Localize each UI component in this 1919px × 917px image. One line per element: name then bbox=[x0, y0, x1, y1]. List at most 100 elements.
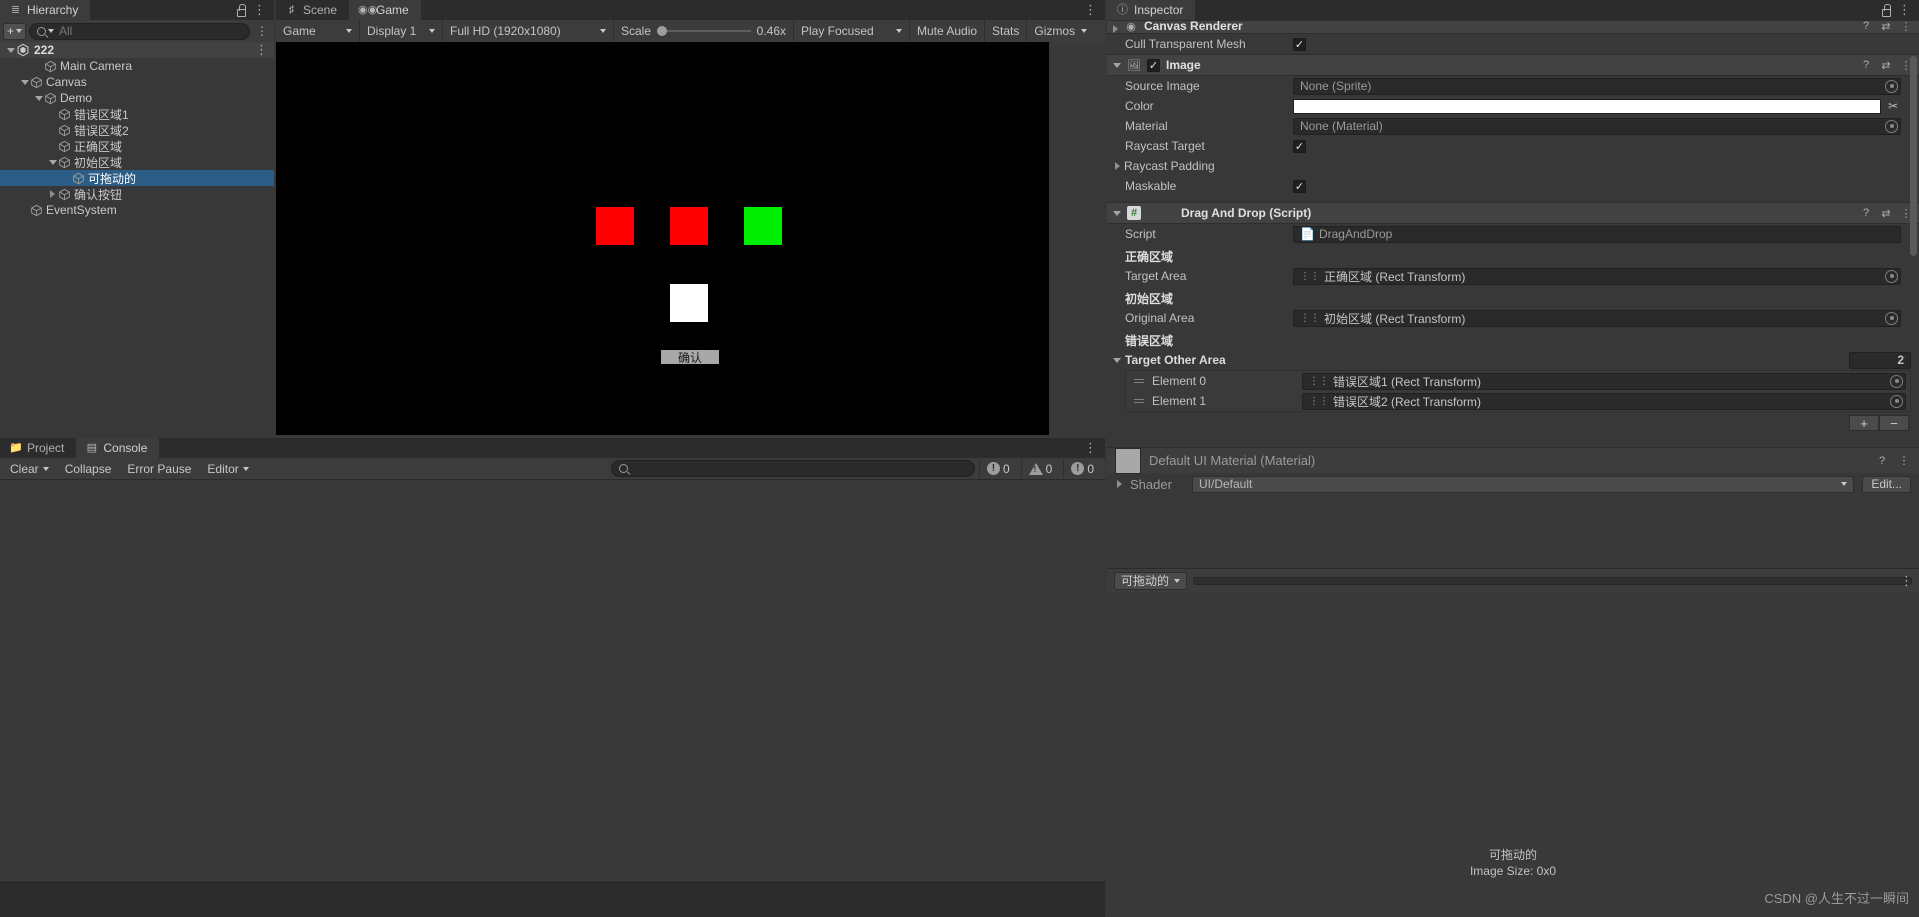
chevron-down-icon[interactable] bbox=[5, 47, 16, 53]
hierarchy-item-9[interactable]: 确认按钮 bbox=[0, 186, 274, 202]
tab-project[interactable]: 📁 Project bbox=[0, 438, 77, 458]
console-error-count[interactable]: ! 0 bbox=[978, 459, 1017, 478]
chevron-down-icon[interactable] bbox=[1113, 210, 1121, 216]
canvas-renderer-header[interactable]: ◉ Canvas Renderer ? ⇄ ⋮ bbox=[1107, 20, 1919, 34]
array-remove-button[interactable]: − bbox=[1879, 415, 1909, 431]
console-log-list[interactable] bbox=[0, 480, 1105, 895]
object-picker-icon[interactable] bbox=[1885, 79, 1898, 93]
material-field[interactable]: None (Material) bbox=[1293, 117, 1901, 135]
shader-dropdown[interactable]: UI/Default bbox=[1192, 475, 1855, 493]
component-menu-icon[interactable]: ⋮ bbox=[1897, 454, 1911, 468]
chevron-down-icon[interactable] bbox=[1113, 357, 1121, 363]
object-picker-icon[interactable] bbox=[1890, 394, 1903, 408]
image-component-header[interactable]: 🖼 ✓ Image ? ⇄ ⋮ bbox=[1107, 54, 1919, 76]
preset-icon[interactable]: ⇄ bbox=[1879, 58, 1893, 72]
component-menu-icon[interactable]: ⋮ bbox=[1899, 21, 1913, 33]
game-shape-0[interactable] bbox=[596, 207, 634, 245]
gizmos-toggle[interactable]: Gizmos bbox=[1027, 20, 1094, 42]
hierarchy-search-input[interactable]: All bbox=[29, 22, 250, 40]
inspector-scroll-area[interactable]: ◉ Canvas Renderer ? ⇄ ⋮ Cull Transparent… bbox=[1107, 20, 1919, 568]
raycast-target-checkbox[interactable]: ✓ bbox=[1293, 139, 1306, 153]
eyedropper-icon[interactable]: ✂ bbox=[1885, 99, 1901, 113]
hierarchy-item-4[interactable]: 错误区域1 bbox=[0, 106, 274, 122]
inspector-menu-icon[interactable]: ⋮ bbox=[1898, 3, 1911, 16]
scale-slider-handle[interactable] bbox=[657, 26, 668, 36]
source-image-field[interactable]: None (Sprite) bbox=[1293, 77, 1901, 95]
console-collapse-toggle[interactable]: Collapse bbox=[59, 460, 118, 478]
display-dropdown[interactable]: Display 1 bbox=[360, 20, 443, 42]
console-search-input[interactable] bbox=[610, 460, 975, 477]
hierarchy-item-7[interactable]: 初始区域 bbox=[0, 154, 274, 170]
hierarchy-item-6[interactable]: 正确区域 bbox=[0, 138, 274, 154]
drag-and-drop-component-header[interactable]: # Drag And Drop (Script) ? ⇄ ⋮ bbox=[1107, 202, 1919, 224]
object-picker-icon[interactable] bbox=[1890, 374, 1903, 388]
color-swatch[interactable] bbox=[1293, 98, 1881, 114]
chevron-right-icon[interactable] bbox=[47, 190, 58, 198]
hierarchy-item-8[interactable]: 可拖动的 bbox=[0, 170, 274, 186]
help-icon[interactable]: ? bbox=[1875, 454, 1889, 468]
stats-toggle[interactable]: Stats bbox=[985, 20, 1028, 42]
chevron-right-icon[interactable] bbox=[1115, 162, 1120, 170]
hierarchy-item-0[interactable]: 222 ⋮ bbox=[0, 42, 274, 58]
element-0-field[interactable]: ⋮⋮ 错误区域1 (Rect Transform) bbox=[1302, 372, 1906, 390]
console-editor-dropdown[interactable]: Editor bbox=[201, 460, 254, 478]
raycast-padding-row[interactable]: Raycast Padding bbox=[1107, 156, 1919, 176]
hierarchy-item-2[interactable]: Canvas bbox=[0, 74, 274, 90]
game-shape-3[interactable] bbox=[670, 284, 708, 322]
material-preview-header[interactable]: Default UI Material (Material) ? ⋮ bbox=[1107, 447, 1919, 474]
game-menu-icon[interactable]: ⋮ bbox=[1084, 3, 1097, 16]
resolution-dropdown[interactable]: Full HD (1920x1080) bbox=[443, 20, 614, 42]
hierarchy-menu-icon[interactable]: ⋮ bbox=[253, 3, 266, 16]
confirm-button[interactable]: 确认 bbox=[661, 350, 719, 365]
console-error-pause-toggle[interactable]: Error Pause bbox=[121, 460, 197, 478]
hierarchy-item-10[interactable]: EventSystem bbox=[0, 202, 274, 218]
hierarchy-item-3[interactable]: Demo bbox=[0, 90, 274, 106]
play-mode-dropdown[interactable]: Play Focused bbox=[794, 20, 910, 42]
create-object-button[interactable]: + bbox=[3, 22, 27, 40]
shader-edit-button[interactable]: Edit... bbox=[1862, 475, 1911, 493]
chevron-right-icon[interactable] bbox=[1113, 25, 1118, 33]
lock-icon[interactable] bbox=[235, 4, 246, 17]
chevron-down-icon[interactable] bbox=[1113, 62, 1121, 68]
help-icon[interactable]: ? bbox=[1859, 21, 1873, 33]
hierarchy-item-1[interactable]: Main Camera bbox=[0, 58, 274, 74]
chevron-down-icon[interactable] bbox=[47, 159, 58, 165]
tab-scene[interactable]: ♯ Scene bbox=[276, 0, 350, 20]
target-other-area-foldout[interactable]: Target Other Area 2 bbox=[1107, 350, 1919, 370]
tab-inspector[interactable]: ⓘ Inspector bbox=[1107, 0, 1196, 20]
tab-console[interactable]: ▤ Console bbox=[76, 438, 160, 458]
inspector-scrollbar[interactable] bbox=[1910, 56, 1917, 256]
hierarchy-item-menu-icon[interactable]: ⋮ bbox=[255, 43, 268, 56]
script-field[interactable]: 📄 DragAndDrop bbox=[1293, 225, 1901, 243]
console-menu-icon[interactable]: ⋮ bbox=[1084, 441, 1097, 454]
drag-handle-icon[interactable] bbox=[1134, 399, 1144, 403]
tab-hierarchy[interactable]: ≣ Hierarchy bbox=[0, 0, 91, 20]
game-render-canvas[interactable]: 确认 bbox=[276, 42, 1049, 435]
element-1-field[interactable]: ⋮⋮ 错误区域2 (Rect Transform) bbox=[1302, 392, 1906, 410]
hierarchy-item-5[interactable]: 错误区域2 bbox=[0, 122, 274, 138]
selected-object-chip[interactable]: 可拖动的 bbox=[1114, 571, 1188, 590]
scale-slider-group[interactable]: Scale 0.46x bbox=[614, 20, 794, 42]
lock-icon[interactable] bbox=[1880, 4, 1891, 17]
maskable-checkbox[interactable]: ✓ bbox=[1293, 179, 1306, 193]
tab-game[interactable]: ◉◉ Game bbox=[349, 0, 421, 20]
game-shape-1[interactable] bbox=[670, 207, 708, 245]
aspect-dropdown[interactable]: Game bbox=[276, 20, 360, 42]
array-add-button[interactable]: + bbox=[1849, 415, 1879, 431]
object-picker-icon[interactable] bbox=[1885, 269, 1898, 283]
array-size-field[interactable]: 2 bbox=[1849, 351, 1911, 369]
image-enabled-checkbox[interactable]: ✓ bbox=[1147, 58, 1160, 72]
chevron-right-icon[interactable] bbox=[1117, 480, 1122, 488]
console-warning-count[interactable]: 0 bbox=[1020, 459, 1060, 478]
chevron-down-icon[interactable] bbox=[33, 95, 44, 101]
selection-menu-icon[interactable]: ⋮ bbox=[1900, 574, 1913, 587]
hierarchy-options-icon[interactable]: ⋮ bbox=[253, 25, 271, 37]
chevron-down-icon[interactable] bbox=[19, 79, 30, 85]
cull-transparent-mesh-checkbox[interactable]: ✓ bbox=[1293, 37, 1306, 51]
preset-icon[interactable]: ⇄ bbox=[1879, 206, 1893, 220]
preset-icon[interactable]: ⇄ bbox=[1879, 21, 1893, 33]
object-picker-icon[interactable] bbox=[1885, 311, 1898, 325]
original-area-field[interactable]: ⋮⋮ 初始区域 (Rect Transform) bbox=[1293, 309, 1901, 327]
target-area-field[interactable]: ⋮⋮ 正确区域 (Rect Transform) bbox=[1293, 267, 1901, 285]
help-icon[interactable]: ? bbox=[1859, 58, 1873, 72]
